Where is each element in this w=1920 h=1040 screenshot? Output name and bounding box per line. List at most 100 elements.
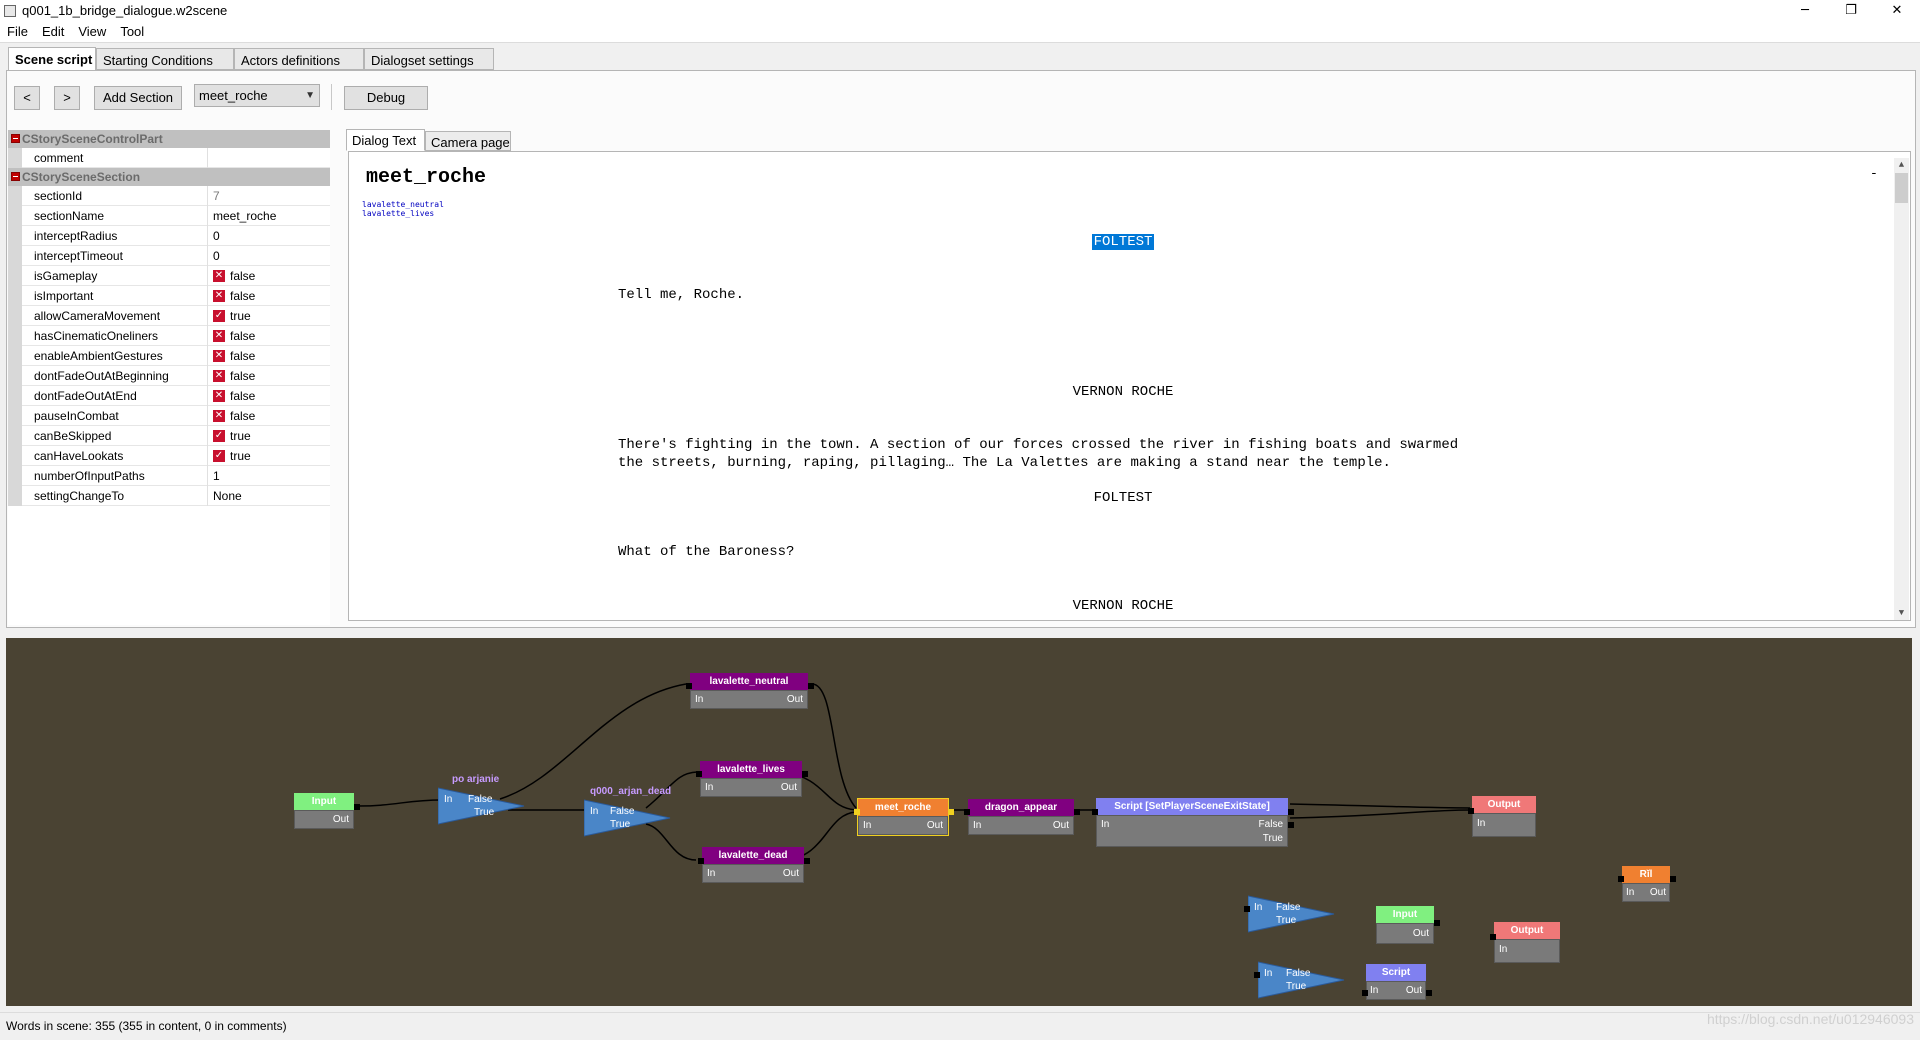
port-out[interactable] — [802, 771, 808, 777]
port-false[interactable] — [1288, 809, 1294, 815]
node-script-exit-state[interactable]: Script [SetPlayerSceneExitState] In Fals… — [1096, 798, 1288, 847]
checkbox-checked-icon[interactable]: ✓ — [213, 310, 225, 322]
section-tag[interactable]: lavalette_neutral — [362, 200, 444, 209]
checkbox-unchecked-icon[interactable]: ✕ — [213, 330, 225, 342]
property-value[interactable]: 0 — [213, 229, 220, 243]
node-section-dragon-appear[interactable]: dragon_appear In Out — [968, 799, 1074, 835]
debug-button[interactable]: Debug — [344, 86, 428, 110]
node-orange[interactable]: Rĭl In Out — [1622, 866, 1670, 902]
property-row-dontfadeoutatend[interactable]: dontFadeOutAtEnd ✕ false — [8, 386, 330, 406]
tab-dialog-text[interactable]: Dialog Text — [346, 129, 425, 151]
port-out[interactable] — [1434, 920, 1440, 926]
scroll-up-icon[interactable]: ▲ — [1894, 158, 1909, 172]
minimize-button[interactable]: ─ — [1782, 0, 1828, 22]
actor-name[interactable]: VERNON ROCHE — [623, 384, 1623, 400]
port-in[interactable] — [1362, 990, 1368, 996]
port-in[interactable] — [1468, 808, 1474, 814]
property-value[interactable]: 7 — [213, 189, 220, 203]
scroll-down-icon[interactable]: ▼ — [1894, 606, 1909, 620]
port-in[interactable] — [686, 683, 692, 689]
property-value[interactable]: 1 — [213, 469, 220, 483]
port-in[interactable] — [1092, 809, 1098, 815]
property-row-sectionname[interactable]: sectionName meet_roche — [8, 206, 330, 226]
port-in[interactable] — [696, 771, 702, 777]
checkbox-unchecked-icon[interactable]: ✕ — [213, 390, 225, 402]
property-row-enableambientgestures[interactable]: enableAmbientGestures ✕ false — [8, 346, 330, 366]
port-true[interactable] — [1288, 822, 1294, 828]
property-row-canhavelookats[interactable]: canHaveLookats ✓ true — [8, 446, 330, 466]
scene-graph-canvas[interactable]: Input Out po arjanie In False True q000_… — [6, 638, 1912, 1006]
node-section-lavalette-dead[interactable]: lavalette_dead In Out — [702, 847, 804, 883]
actor-name[interactable]: FOLTEST — [623, 490, 1623, 506]
checkbox-unchecked-icon[interactable]: ✕ — [213, 270, 225, 282]
tab-starting-conditions[interactable]: Starting Conditions — [96, 48, 234, 70]
tab-scene-script[interactable]: Scene script — [8, 47, 96, 71]
property-value[interactable]: meet_roche — [213, 209, 276, 223]
port-in[interactable] — [1244, 906, 1250, 912]
property-row-isimportant[interactable]: isImportant ✕ false — [8, 286, 330, 306]
add-section-button[interactable]: Add Section — [94, 86, 182, 110]
tab-camera-page[interactable]: Camera page — [425, 131, 511, 151]
prev-section-button[interactable]: < — [14, 86, 40, 110]
actor-name[interactable]: VERNON ROCHE — [623, 598, 1623, 614]
menu-file[interactable]: File — [0, 22, 35, 39]
port-out[interactable] — [948, 809, 954, 815]
section-select[interactable]: meet_roche ▼ — [194, 84, 320, 107]
port-out[interactable] — [1426, 990, 1432, 996]
property-row-intercepttimeout[interactable]: interceptTimeout 0 — [8, 246, 330, 266]
checkbox-unchecked-icon[interactable]: ✕ — [213, 370, 225, 382]
actor-name-selected[interactable]: FOLTEST — [1091, 234, 1155, 250]
property-value[interactable]: None — [213, 489, 242, 503]
property-row-numberofinputpaths[interactable]: numberOfInputPaths 1 — [8, 466, 330, 486]
checkbox-checked-icon[interactable]: ✓ — [213, 430, 225, 442]
port-in[interactable] — [1490, 934, 1496, 940]
next-section-button[interactable]: > — [54, 86, 80, 110]
vertical-scrollbar[interactable]: ▲ ▼ — [1894, 158, 1909, 620]
node-condition[interactable]: In False True — [1257, 960, 1348, 1000]
section-tag[interactable]: lavalette_lives — [362, 209, 434, 218]
node-condition[interactable]: po arjanie In False True — [437, 774, 528, 826]
property-row-comment[interactable]: comment — [8, 148, 330, 168]
menu-view[interactable]: View — [71, 22, 113, 39]
tab-dialogset-settings[interactable]: Dialogset settings — [364, 48, 494, 70]
checkbox-unchecked-icon[interactable]: ✕ — [213, 410, 225, 422]
tab-actors-definitions[interactable]: Actors definitions — [234, 48, 364, 70]
node-script[interactable]: Script In Out — [1366, 964, 1426, 1000]
menu-edit[interactable]: Edit — [35, 22, 71, 39]
dialog-line[interactable]: What of the Baroness? — [618, 543, 794, 561]
property-row-settingchangeto[interactable]: settingChangeTo None — [8, 486, 330, 506]
port-in[interactable] — [1618, 876, 1624, 882]
node-output[interactable]: Output In — [1494, 922, 1560, 963]
dialog-line[interactable]: Tell me, Roche. — [618, 286, 744, 304]
restore-button[interactable]: ❐ — [1828, 0, 1874, 22]
port-in[interactable] — [698, 858, 704, 864]
port-out[interactable] — [804, 858, 810, 864]
dialog-text-view[interactable]: meet_roche lavalette_neutral lavalette_l… — [348, 151, 1911, 621]
node-section-lavalette-lives[interactable]: lavalette_lives In Out — [700, 761, 802, 797]
checkbox-unchecked-icon[interactable]: ✕ — [213, 290, 225, 302]
property-row-interceptradius[interactable]: interceptRadius 0 — [8, 226, 330, 246]
property-row-hascinematiconeliners[interactable]: hasCinematicOneliners ✕ false — [8, 326, 330, 346]
dialog-line[interactable]: There's fighting in the town. A section … — [618, 436, 1458, 454]
port-out[interactable] — [1670, 876, 1676, 882]
actor-name[interactable]: FOLTEST — [623, 234, 1623, 250]
property-row-isgameplay[interactable]: isGameplay ✕ false — [8, 266, 330, 286]
port-out[interactable] — [354, 804, 360, 810]
collapse-icon[interactable] — [11, 134, 20, 143]
port-out[interactable] — [1074, 809, 1080, 815]
node-input[interactable]: Input Out — [1376, 906, 1434, 944]
node-condition[interactable]: q000_arjan_dead In False True — [583, 786, 674, 838]
dialog-line[interactable]: the streets, burning, raping, pillaging…… — [618, 454, 1391, 472]
checkbox-checked-icon[interactable]: ✓ — [213, 450, 225, 462]
node-output[interactable]: Output In — [1472, 796, 1536, 837]
collapse-icon[interactable] — [11, 172, 20, 181]
property-row-dontfadeoutatbeginning[interactable]: dontFadeOutAtBeginning ✕ false — [8, 366, 330, 386]
property-row-allowcameramovement[interactable]: allowCameraMovement ✓ true — [8, 306, 330, 326]
collapse-dash[interactable]: - — [1870, 166, 1878, 181]
node-condition[interactable]: In False True — [1247, 894, 1338, 934]
property-value[interactable]: 0 — [213, 249, 220, 263]
property-row-canbeskipped[interactable]: canBeSkipped ✓ true — [8, 426, 330, 446]
port-in[interactable] — [1254, 972, 1260, 978]
port-in[interactable] — [964, 809, 970, 815]
menu-tool[interactable]: Tool — [113, 22, 151, 39]
